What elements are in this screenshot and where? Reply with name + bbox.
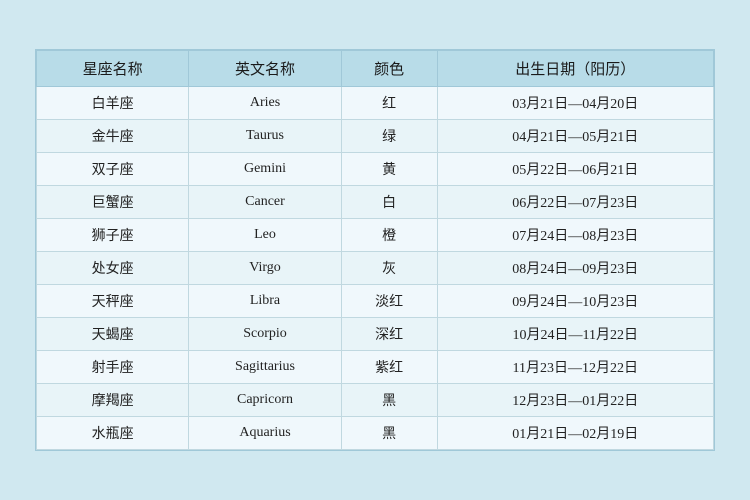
- cell-color: 紫红: [341, 351, 437, 384]
- cell-chinese-name: 摩羯座: [37, 384, 189, 417]
- zodiac-table-container: 星座名称 英文名称 颜色 出生日期（阳历） 白羊座Aries红03月21日—04…: [35, 49, 715, 451]
- cell-date: 04月21日—05月21日: [437, 120, 713, 153]
- cell-color: 红: [341, 87, 437, 120]
- cell-color: 灰: [341, 252, 437, 285]
- cell-date: 01月21日—02月19日: [437, 417, 713, 450]
- cell-english-name: Gemini: [189, 153, 341, 186]
- table-row: 天秤座Libra淡红09月24日—10月23日: [37, 285, 714, 318]
- cell-english-name: Taurus: [189, 120, 341, 153]
- header-chinese-name: 星座名称: [37, 51, 189, 87]
- table-header-row: 星座名称 英文名称 颜色 出生日期（阳历）: [37, 51, 714, 87]
- cell-chinese-name: 处女座: [37, 252, 189, 285]
- cell-color: 深红: [341, 318, 437, 351]
- cell-chinese-name: 狮子座: [37, 219, 189, 252]
- cell-color: 橙: [341, 219, 437, 252]
- cell-date: 11月23日—12月22日: [437, 351, 713, 384]
- table-row: 天蝎座Scorpio深红10月24日—11月22日: [37, 318, 714, 351]
- table-row: 巨蟹座Cancer白06月22日—07月23日: [37, 186, 714, 219]
- cell-english-name: Capricorn: [189, 384, 341, 417]
- cell-english-name: Virgo: [189, 252, 341, 285]
- table-row: 射手座Sagittarius紫红11月23日—12月22日: [37, 351, 714, 384]
- header-color: 颜色: [341, 51, 437, 87]
- cell-english-name: Scorpio: [189, 318, 341, 351]
- cell-english-name: Aquarius: [189, 417, 341, 450]
- table-row: 金牛座Taurus绿04月21日—05月21日: [37, 120, 714, 153]
- cell-date: 09月24日—10月23日: [437, 285, 713, 318]
- table-row: 水瓶座Aquarius黑01月21日—02月19日: [37, 417, 714, 450]
- cell-date: 08月24日—09月23日: [437, 252, 713, 285]
- zodiac-table: 星座名称 英文名称 颜色 出生日期（阳历） 白羊座Aries红03月21日—04…: [36, 50, 714, 450]
- table-row: 狮子座Leo橙07月24日—08月23日: [37, 219, 714, 252]
- cell-color: 黑: [341, 417, 437, 450]
- cell-color: 绿: [341, 120, 437, 153]
- cell-english-name: Aries: [189, 87, 341, 120]
- cell-color: 黑: [341, 384, 437, 417]
- table-row: 双子座Gemini黄05月22日—06月21日: [37, 153, 714, 186]
- cell-date: 07月24日—08月23日: [437, 219, 713, 252]
- cell-date: 06月22日—07月23日: [437, 186, 713, 219]
- cell-chinese-name: 双子座: [37, 153, 189, 186]
- table-row: 白羊座Aries红03月21日—04月20日: [37, 87, 714, 120]
- cell-chinese-name: 天秤座: [37, 285, 189, 318]
- cell-chinese-name: 天蝎座: [37, 318, 189, 351]
- cell-chinese-name: 金牛座: [37, 120, 189, 153]
- table-row: 摩羯座Capricorn黑12月23日—01月22日: [37, 384, 714, 417]
- cell-color: 白: [341, 186, 437, 219]
- table-body: 白羊座Aries红03月21日—04月20日金牛座Taurus绿04月21日—0…: [37, 87, 714, 450]
- cell-date: 12月23日—01月22日: [437, 384, 713, 417]
- header-date: 出生日期（阳历）: [437, 51, 713, 87]
- cell-english-name: Leo: [189, 219, 341, 252]
- cell-chinese-name: 射手座: [37, 351, 189, 384]
- header-english-name: 英文名称: [189, 51, 341, 87]
- cell-chinese-name: 白羊座: [37, 87, 189, 120]
- cell-date: 10月24日—11月22日: [437, 318, 713, 351]
- cell-english-name: Sagittarius: [189, 351, 341, 384]
- cell-color: 淡红: [341, 285, 437, 318]
- table-row: 处女座Virgo灰08月24日—09月23日: [37, 252, 714, 285]
- cell-chinese-name: 巨蟹座: [37, 186, 189, 219]
- cell-color: 黄: [341, 153, 437, 186]
- cell-chinese-name: 水瓶座: [37, 417, 189, 450]
- cell-date: 03月21日—04月20日: [437, 87, 713, 120]
- cell-english-name: Libra: [189, 285, 341, 318]
- cell-date: 05月22日—06月21日: [437, 153, 713, 186]
- cell-english-name: Cancer: [189, 186, 341, 219]
